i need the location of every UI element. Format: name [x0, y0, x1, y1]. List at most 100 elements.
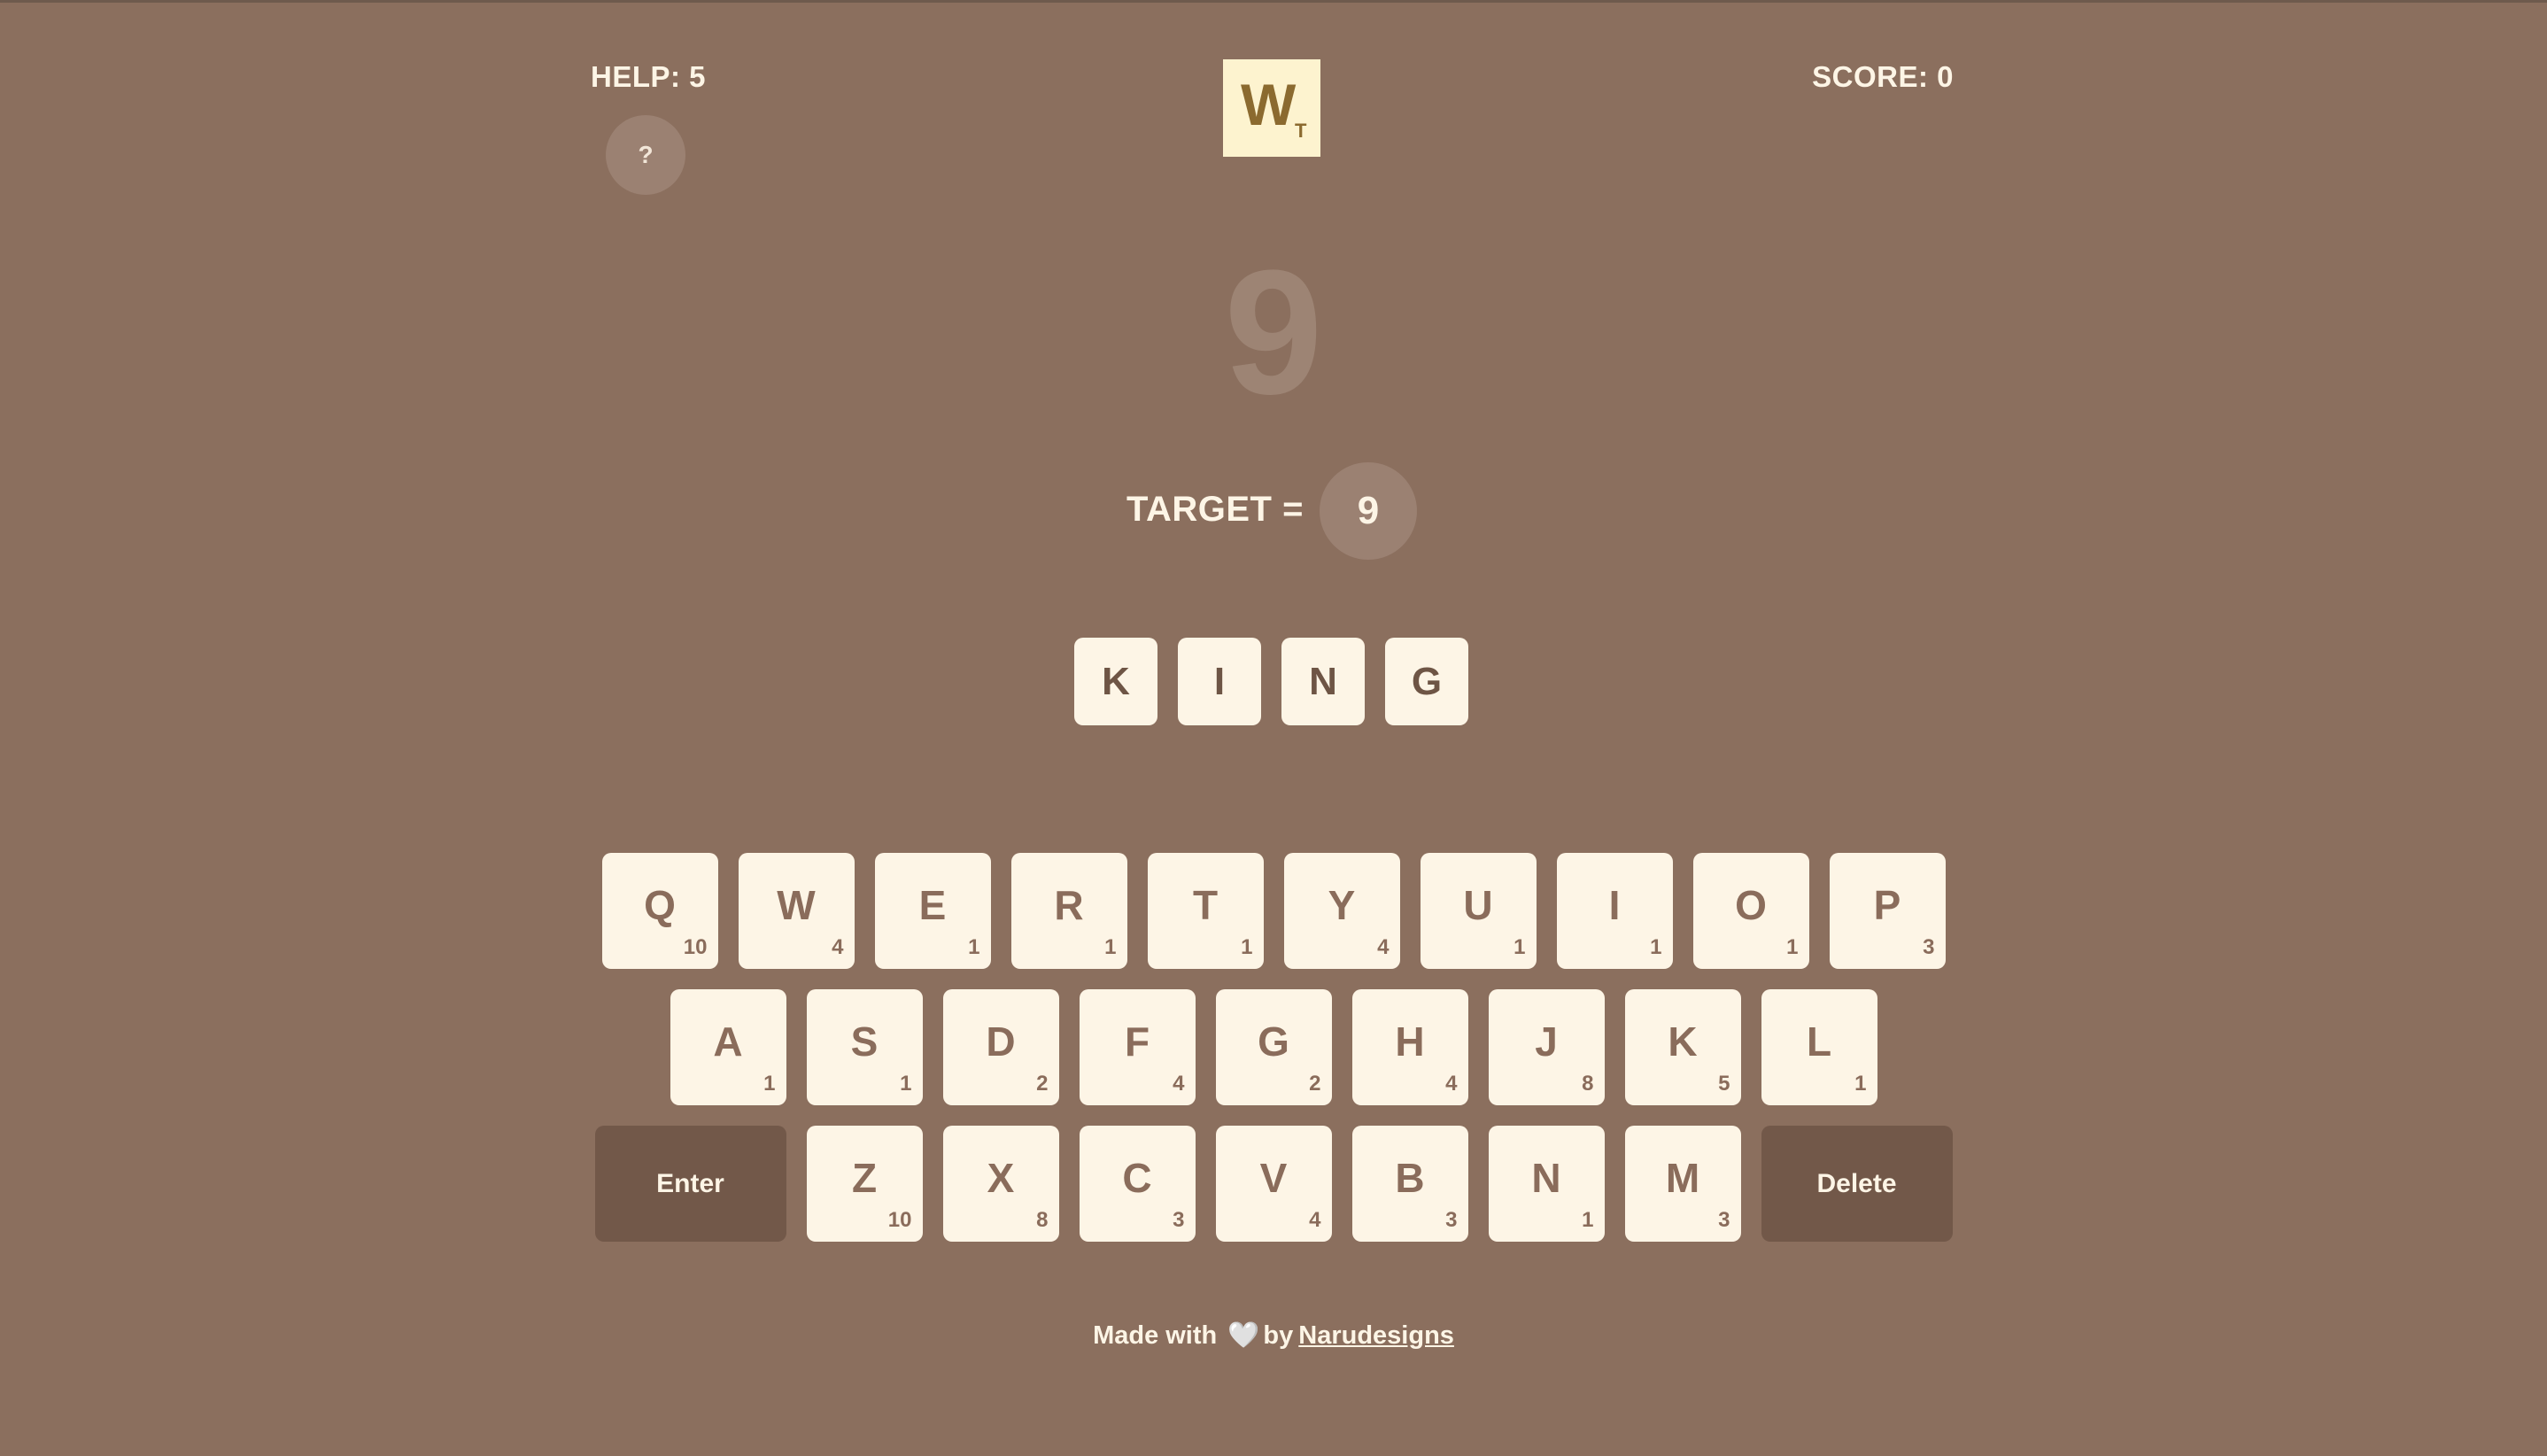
key-points: 10: [683, 935, 708, 959]
key-letter: A: [713, 1018, 743, 1065]
footer-by: by: [1263, 1321, 1294, 1350]
key-points: 4: [1445, 1072, 1458, 1096]
key-letter: T: [1192, 882, 1219, 928]
key-points: 2: [1036, 1072, 1049, 1096]
key-points: 1: [1104, 935, 1117, 959]
key-letter: W: [777, 882, 816, 928]
key-points: 1: [1786, 935, 1799, 959]
key-points: 1: [900, 1072, 912, 1096]
footer: Made with 🤍 by Narudesigns: [0, 1320, 2547, 1351]
key-j[interactable]: J8: [1488, 989, 1605, 1105]
key-letter: M: [1665, 1155, 1700, 1201]
key-n[interactable]: N1: [1488, 1126, 1605, 1242]
key-k[interactable]: K5: [1624, 989, 1741, 1105]
key-points: 1: [1241, 935, 1253, 959]
key-g[interactable]: G2: [1215, 989, 1332, 1105]
help-counter: HELP: 5: [591, 60, 707, 93]
key-h[interactable]: H4: [1351, 989, 1468, 1105]
logo: W T: [1223, 59, 1320, 157]
key-letter: C: [1122, 1155, 1152, 1201]
top-border: [0, 0, 2547, 3]
current-value: 9: [1224, 234, 1323, 431]
key-letter: V: [1259, 1155, 1288, 1201]
key-z[interactable]: Z 10: [806, 1126, 923, 1242]
key-points: 1: [1650, 935, 1662, 959]
key-v[interactable]: V4: [1215, 1126, 1332, 1242]
key-letter: U: [1463, 882, 1493, 928]
key-points: 3: [1923, 935, 1935, 959]
word-tile: N: [1281, 638, 1365, 725]
key-points: 4: [1173, 1072, 1185, 1096]
key-points: 3: [1718, 1208, 1730, 1232]
key-b[interactable]: B3: [1351, 1126, 1468, 1242]
key-letter: Y: [1328, 882, 1356, 928]
key-points: 3: [1173, 1208, 1185, 1232]
author-link[interactable]: Narudesigns: [1298, 1321, 1454, 1350]
key-points: 2: [1309, 1072, 1321, 1096]
key-letter: K: [1668, 1018, 1698, 1065]
target-label: TARGET =: [1126, 490, 1304, 529]
key-points: 1: [763, 1072, 776, 1096]
key-letter: L: [1806, 1018, 1832, 1065]
key-letter: I: [1608, 882, 1621, 928]
key-m[interactable]: M3: [1624, 1126, 1741, 1242]
keyboard-row-2: A1 S1 D2 F4 G2 H4 J8 K5 L1: [0, 989, 2547, 1105]
keyboard-row-3: Enter Z 10 X8 C3 V4 B3 N1 M3 Delete: [0, 1126, 2547, 1242]
key-letter: Z: [851, 1155, 878, 1201]
key-points: 4: [1377, 935, 1390, 959]
key-letter: J: [1535, 1018, 1558, 1065]
key-points: 10: [887, 1208, 912, 1232]
enter-button[interactable]: Enter: [594, 1126, 786, 1242]
keyboard: Q 10 W4 E1 R1 T1 Y4 U1 I1 O1 P3 A1 S1 D2 …: [0, 853, 2547, 1262]
key-r[interactable]: R1: [1010, 853, 1127, 969]
key-l[interactable]: L1: [1761, 989, 1877, 1105]
key-letter: B: [1395, 1155, 1425, 1201]
footer-made-with: Made with: [1093, 1321, 1218, 1350]
key-points: 1: [1582, 1208, 1594, 1232]
key-o[interactable]: O1: [1692, 853, 1809, 969]
key-points: 4: [1309, 1208, 1321, 1232]
word-tile: I: [1178, 638, 1261, 725]
key-x[interactable]: X8: [942, 1126, 1059, 1242]
key-e[interactable]: E1: [874, 853, 991, 969]
key-points: 8: [1036, 1208, 1049, 1232]
word-tile: G: [1385, 638, 1468, 725]
key-letter: G: [1258, 1018, 1289, 1065]
key-letter: S: [850, 1018, 879, 1065]
key-points: 8: [1582, 1072, 1594, 1096]
key-t[interactable]: T1: [1147, 853, 1264, 969]
key-letter: X: [987, 1155, 1015, 1201]
key-s[interactable]: S1: [806, 989, 923, 1105]
target-value: 9: [1320, 462, 1417, 560]
score-counter: SCORE: 0: [1812, 60, 1954, 93]
keyboard-row-1: Q 10 W4 E1 R1 T1 Y4 U1 I1 O1 P3: [0, 853, 2547, 969]
word-tile: K: [1074, 638, 1157, 725]
key-f[interactable]: F4: [1079, 989, 1196, 1105]
key-letter: E: [918, 882, 947, 928]
key-points: 1: [1513, 935, 1526, 959]
delete-button[interactable]: Delete: [1761, 1126, 1953, 1242]
logo-letter: W: [1241, 72, 1297, 137]
key-w[interactable]: W4: [738, 853, 855, 969]
key-points: 4: [832, 935, 844, 959]
key-u[interactable]: U1: [1420, 853, 1537, 969]
key-letter: N: [1531, 1155, 1561, 1201]
help-button[interactable]: ?: [606, 115, 685, 195]
key-letter: Q: [644, 882, 676, 928]
key-a[interactable]: A1: [670, 989, 786, 1105]
key-q[interactable]: Q 10: [601, 853, 718, 969]
key-letter: D: [986, 1018, 1016, 1065]
heart-icon: 🤍: [1227, 1321, 1260, 1350]
key-d[interactable]: D2: [942, 989, 1059, 1105]
word-tiles: K I N G: [1074, 638, 1468, 725]
key-points: 1: [1854, 1072, 1867, 1096]
key-p[interactable]: P3: [1829, 853, 1946, 969]
key-letter: F: [1124, 1018, 1150, 1065]
key-i[interactable]: I1: [1556, 853, 1673, 969]
key-y[interactable]: Y4: [1283, 853, 1400, 969]
key-c[interactable]: C3: [1079, 1126, 1196, 1242]
key-points: 5: [1718, 1072, 1730, 1096]
key-letter: R: [1054, 882, 1084, 928]
key-points: 1: [968, 935, 980, 959]
key-letter: P: [1873, 882, 1901, 928]
